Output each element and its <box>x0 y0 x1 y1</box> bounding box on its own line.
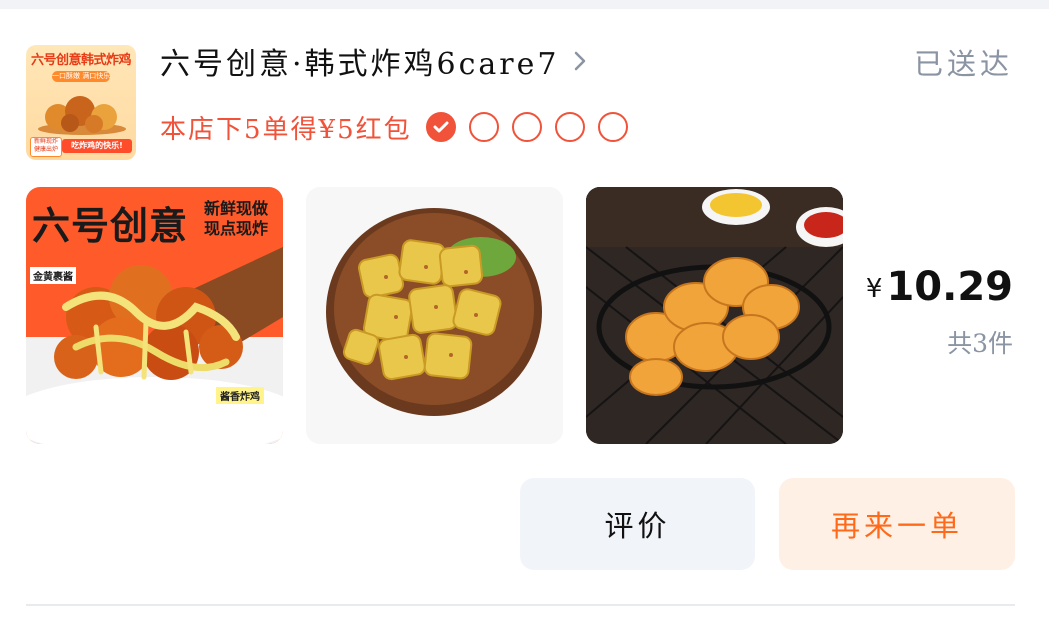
banner-subtitle-line2: 现点现炸 <box>204 219 269 238</box>
banner-subtitle: 新鲜现做 现点现炸 <box>204 199 268 239</box>
logo-slogan: 一口酥嫩 满口快乐 <box>52 71 110 82</box>
promo-progress <box>425 112 641 142</box>
store-name: 六号创意·韩式炸鸡6care7 <box>160 47 560 82</box>
currency-symbol: ¥ <box>865 274 883 304</box>
chicken-nuggets-image <box>586 187 843 444</box>
product-image-potato-bites[interactable] <box>306 187 563 444</box>
promo-text: 本店下5单得¥5红包 <box>160 114 412 145</box>
order-status: 已送达 <box>913 47 1013 81</box>
top-separator <box>0 0 1049 9</box>
logo-title: 六号创意韩式炸鸡 <box>30 53 132 68</box>
progress-empty-icon <box>511 112 542 142</box>
promo-banner: 本店下5单得¥5红包 <box>160 107 641 147</box>
reorder-button[interactable]: 再来一单 <box>779 478 1015 570</box>
chevron-right-icon <box>574 51 585 71</box>
price-amount: 10.29 <box>886 264 1013 310</box>
divider <box>26 604 1015 606</box>
progress-empty-icon <box>468 112 499 142</box>
banner-title: 六号创意 <box>32 204 189 248</box>
store-name-link[interactable]: 六号创意·韩式炸鸡6care7 <box>160 39 586 83</box>
order-summary: ¥10.29 共3件 <box>866 264 1013 360</box>
image-tag-right: 酱香炸鸡 <box>216 387 264 404</box>
review-button[interactable]: 评价 <box>520 478 755 570</box>
product-image-fried-chicken[interactable]: 六号创意 新鲜现做 现点现炸 金黄裹酱 酱香炸鸡 <box>26 187 283 444</box>
progress-empty-icon <box>597 112 628 142</box>
logo-tag: 新鲜现炸 健康出炉 <box>30 137 62 157</box>
store-logo[interactable]: 六号创意韩式炸鸡 一口酥嫩 满口快乐 新鲜现炸 健康出炉 吃炸鸡的快乐! <box>26 45 136 160</box>
progress-empty-icon <box>554 112 585 142</box>
item-count: 共3件 <box>947 329 1013 358</box>
logo-banner: 吃炸鸡的快乐! <box>62 139 132 153</box>
product-image-chicken-nuggets[interactable] <box>586 187 843 444</box>
order-total: ¥10.29 <box>866 264 1013 310</box>
fried-chicken-illustration <box>38 96 126 135</box>
banner-subtitle-line1: 新鲜现做 <box>204 199 269 218</box>
potato-bites-image <box>306 187 563 444</box>
order-card[interactable]: 六号创意韩式炸鸡 一口酥嫩 满口快乐 新鲜现炸 健康出炉 吃炸鸡的快乐! 六号创… <box>0 9 1049 620</box>
progress-check-icon <box>425 112 456 142</box>
image-tag-left: 金黄裹酱 <box>30 267 76 284</box>
